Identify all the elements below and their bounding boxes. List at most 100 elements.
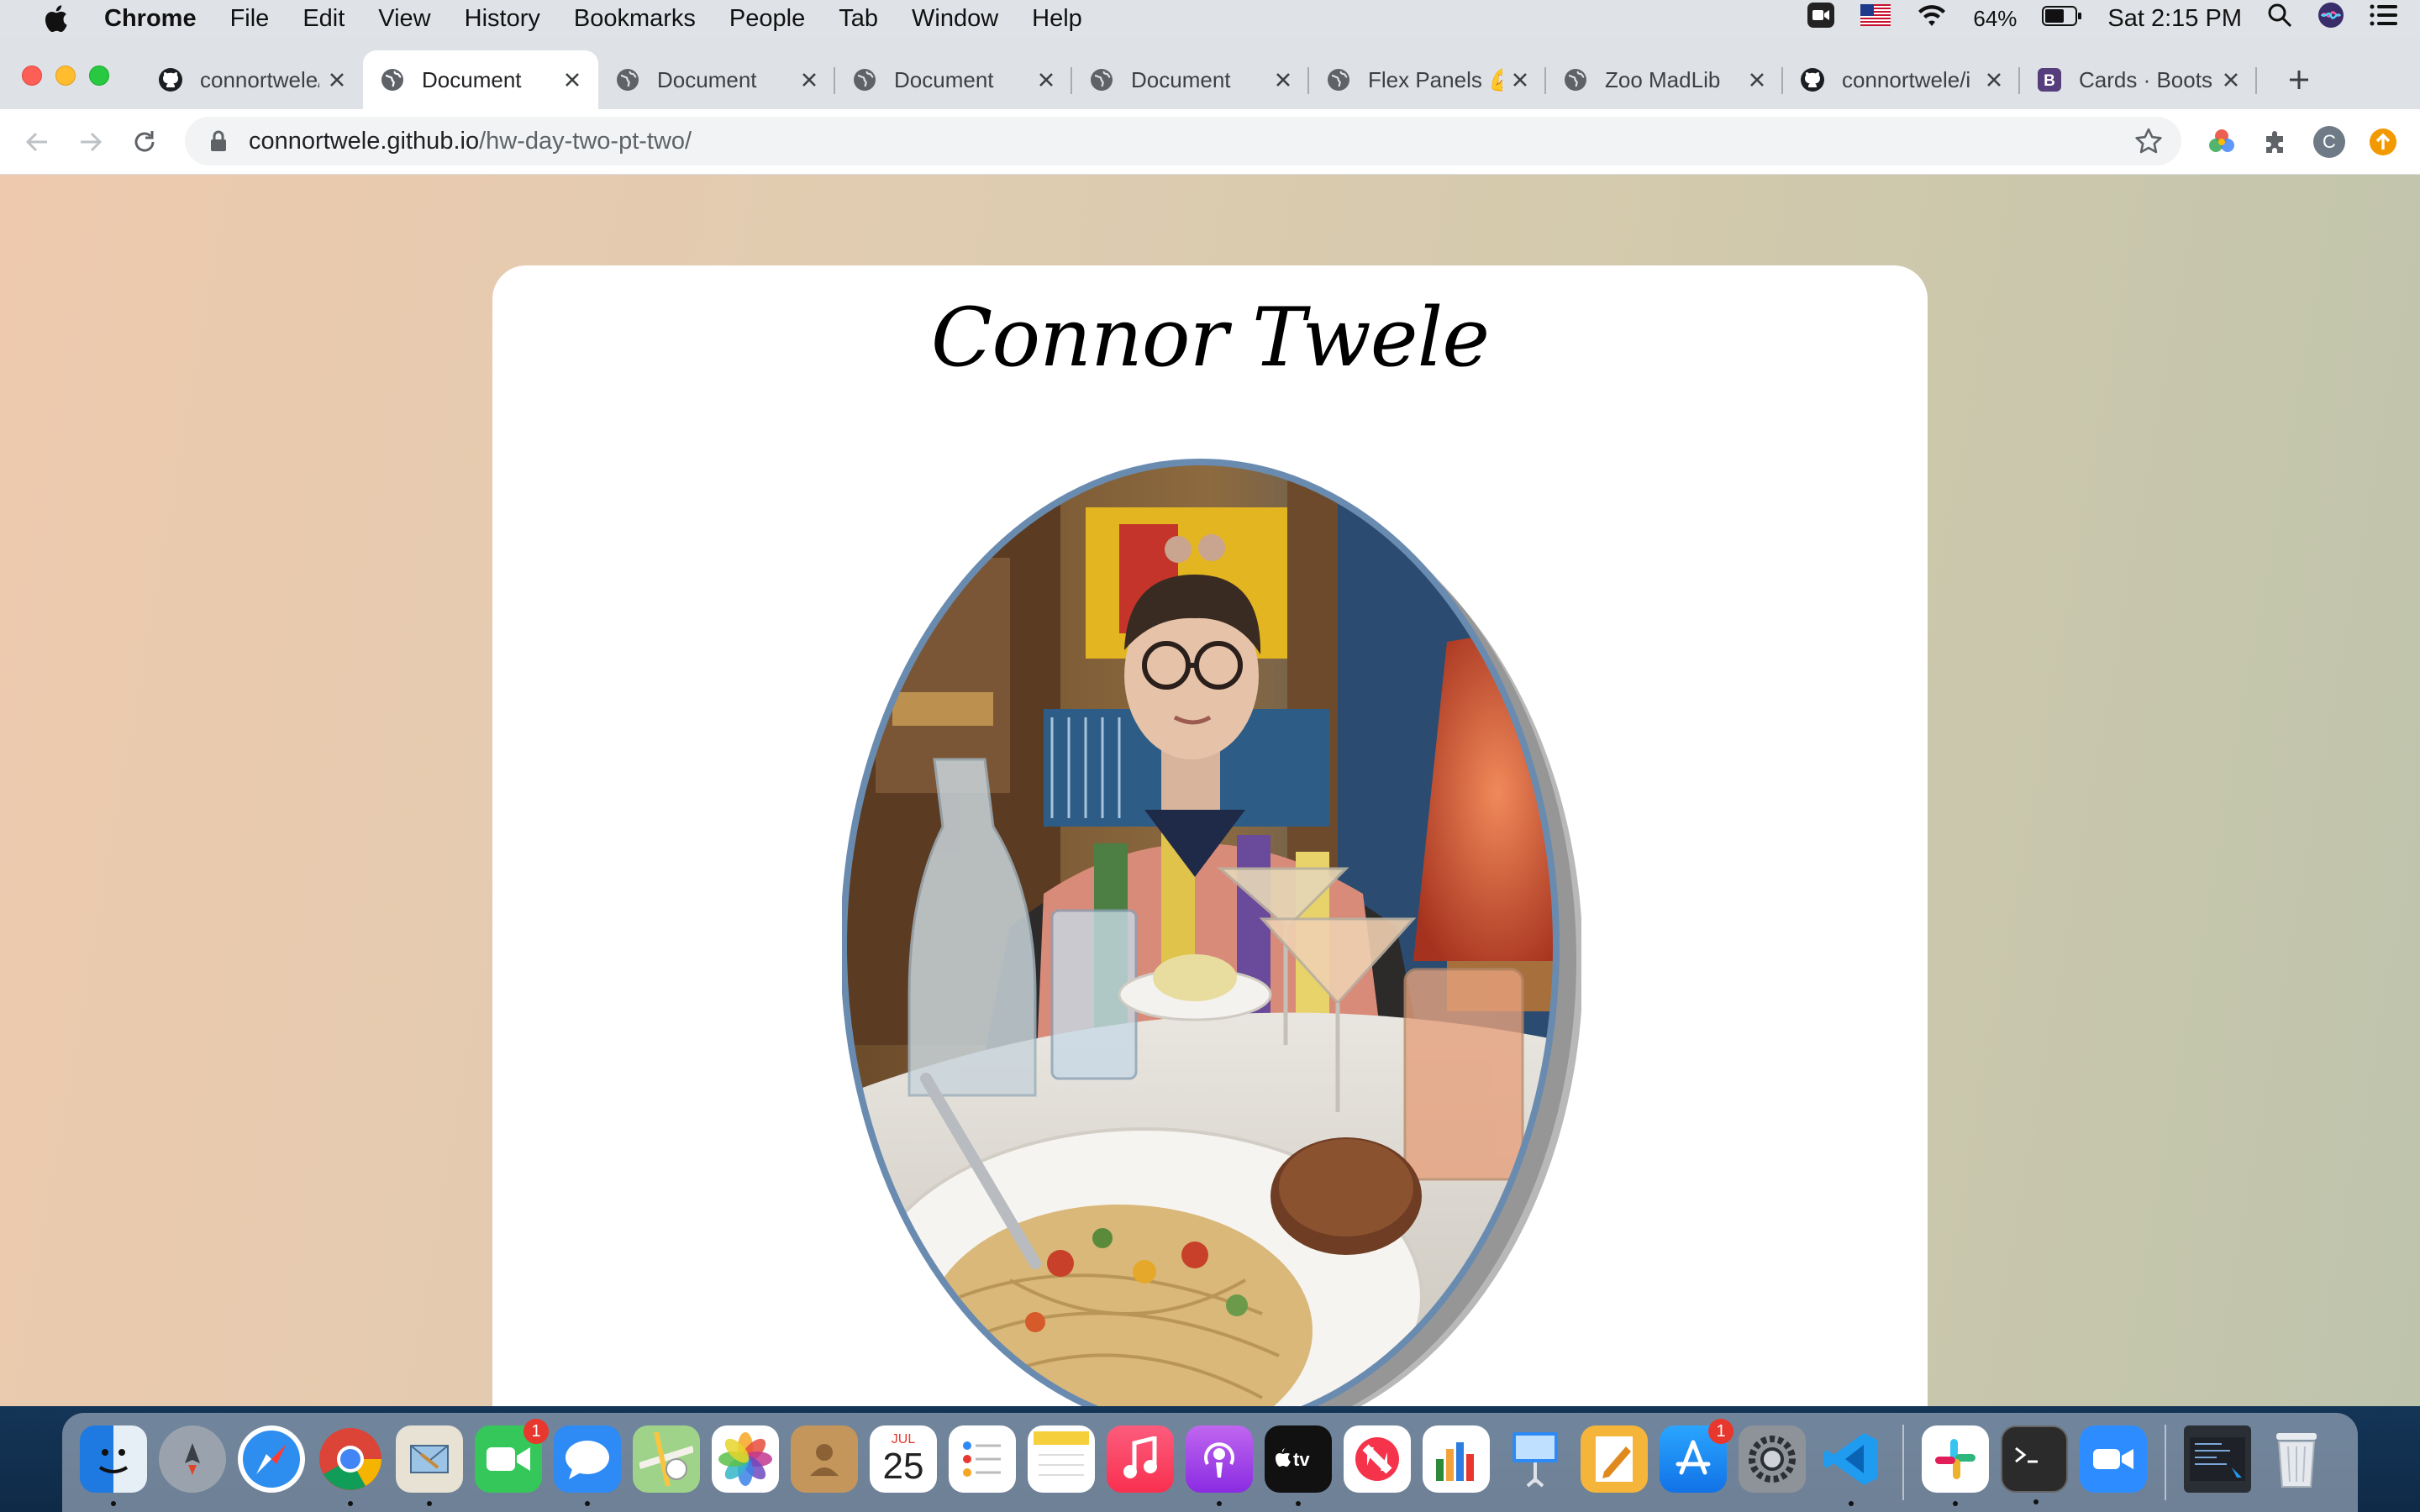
pages-icon[interactable] — [1581, 1425, 1648, 1493]
tab-title: Document — [1131, 66, 1231, 92]
zoom-window-button[interactable] — [89, 66, 109, 86]
messages-icon[interactable] — [554, 1425, 621, 1506]
browser-window: connortwele/i Document Document Document… — [0, 37, 2420, 1406]
numbers-icon[interactable] — [1423, 1425, 1490, 1493]
mail-icon[interactable] — [396, 1425, 463, 1506]
launchpad-icon[interactable] — [159, 1425, 226, 1493]
finder-icon[interactable] — [80, 1425, 147, 1506]
profile-card: Connor Twele — [492, 265, 1928, 1406]
bookmark-star-icon[interactable] — [2134, 127, 2163, 162]
minimized-window-thumbnail[interactable] — [2184, 1425, 2251, 1493]
zoom-app-icon[interactable] — [2080, 1425, 2147, 1493]
podcasts-icon[interactable] — [1186, 1425, 1253, 1506]
close-tab-icon[interactable] — [561, 69, 583, 91]
tab-title: Flex Panels 💪 — [1368, 66, 1502, 92]
wifi-icon[interactable] — [1916, 3, 1948, 34]
news-icon[interactable] — [1344, 1425, 1411, 1493]
apple-tv-icon[interactable]: tv — [1265, 1425, 1332, 1506]
address-bar[interactable]: connortwele.github.io/hw-day-two-pt-two/ — [185, 117, 2181, 165]
tab-title: connortwele/i — [1842, 66, 1971, 92]
url-host: connortwele.github.io — [249, 127, 480, 155]
close-tab-icon[interactable] — [1983, 69, 2005, 91]
bootstrap-icon: B — [2037, 67, 2062, 92]
forward-button[interactable] — [74, 125, 108, 159]
menu-people[interactable]: People — [713, 5, 822, 33]
tab-title: Document — [657, 66, 757, 92]
browser-toolbar: connortwele.github.io/hw-day-two-pt-two/… — [0, 109, 2420, 175]
menu-history[interactable]: History — [448, 5, 557, 33]
svg-text:tv: tv — [1293, 1449, 1310, 1470]
reminders-icon[interactable] — [949, 1425, 1016, 1493]
tab-document-active[interactable]: Document — [363, 50, 598, 109]
tab-title: connortwele/i — [200, 66, 319, 92]
tab-title: Document — [894, 66, 994, 92]
notes-icon[interactable] — [1028, 1425, 1095, 1493]
zoom-status-icon[interactable] — [1807, 2, 1835, 35]
menu-window[interactable]: Window — [895, 5, 1015, 33]
tab-document-4[interactable]: Document — [1072, 50, 1309, 109]
tab-zoo-madlib[interactable]: Zoo MadLib — [1546, 50, 1783, 109]
close-window-button[interactable] — [22, 66, 42, 86]
contacts-icon[interactable] — [791, 1425, 858, 1493]
menu-bar: Chrome File Edit View History Bookmarks … — [0, 0, 2420, 37]
slack-icon[interactable] — [1922, 1425, 1989, 1506]
maps-icon[interactable] — [633, 1425, 700, 1493]
menu-edit[interactable]: Edit — [286, 5, 361, 33]
keynote-icon[interactable] — [1502, 1425, 1569, 1493]
spotlight-search-icon[interactable] — [2267, 3, 2292, 34]
clock[interactable]: Sat 2:15 PM — [2107, 5, 2242, 33]
trash-icon[interactable] — [2263, 1425, 2330, 1493]
tab-document-2[interactable]: Document — [598, 50, 835, 109]
us-flag-icon[interactable] — [1860, 4, 1891, 33]
menu-help[interactable]: Help — [1015, 5, 1099, 33]
lock-icon[interactable] — [210, 130, 235, 152]
battery-icon[interactable] — [2042, 5, 2082, 33]
back-button[interactable] — [20, 125, 54, 159]
menu-view[interactable]: View — [361, 5, 447, 33]
tab-bootstrap-cards[interactable]: B Cards · Boots — [2020, 50, 2257, 109]
menu-bookmarks[interactable]: Bookmarks — [557, 5, 713, 33]
profile-avatar[interactable]: C — [2312, 125, 2346, 159]
reload-button[interactable] — [128, 125, 161, 159]
app-store-icon[interactable]: 1 — [1660, 1419, 1733, 1493]
tab-github-1[interactable]: connortwele/i — [141, 50, 363, 109]
close-tab-icon[interactable] — [1746, 69, 1768, 91]
menu-tab[interactable]: Tab — [822, 5, 895, 33]
globe-icon — [852, 67, 877, 92]
tab-flex-panels[interactable]: Flex Panels 💪 — [1309, 50, 1546, 109]
page-viewport: Connor Twele — [0, 175, 2420, 1406]
close-tab-icon[interactable] — [1035, 69, 1057, 91]
page-title: Connor Twele — [930, 291, 1490, 385]
close-tab-icon[interactable] — [2220, 69, 2242, 91]
apple-menu-icon[interactable] — [32, 0, 79, 37]
globe-icon — [1563, 67, 1588, 92]
close-tab-icon[interactable] — [1272, 69, 1294, 91]
profile-initial: C — [2323, 131, 2336, 152]
vscode-icon[interactable] — [1818, 1425, 1885, 1506]
tab-title: Cards · Boots — [2079, 66, 2212, 92]
close-tab-icon[interactable] — [1509, 69, 1531, 91]
control-list-icon[interactable] — [2370, 3, 2398, 34]
color-picker-extension-icon[interactable] — [2205, 125, 2238, 159]
menu-app-name[interactable]: Chrome — [79, 5, 213, 33]
system-preferences-icon[interactable] — [1739, 1425, 1806, 1493]
safari-icon[interactable] — [238, 1425, 305, 1493]
globe-icon — [615, 67, 640, 92]
photos-icon[interactable] — [712, 1425, 779, 1493]
minimize-window-button[interactable] — [55, 66, 76, 86]
extensions-puzzle-icon[interactable] — [2259, 125, 2292, 159]
siri-icon[interactable] — [2317, 2, 2344, 35]
tab-document-3[interactable]: Document — [835, 50, 1072, 109]
status-area: 64% Sat 2:15 PM — [1807, 0, 2398, 37]
calendar-icon[interactable]: JUL 25 — [870, 1425, 937, 1493]
facetime-icon[interactable]: 1 — [475, 1419, 549, 1493]
close-tab-icon[interactable] — [798, 69, 820, 91]
music-icon[interactable] — [1107, 1425, 1174, 1493]
menu-file[interactable]: File — [213, 5, 287, 33]
close-tab-icon[interactable] — [326, 69, 348, 91]
chrome-icon[interactable] — [317, 1425, 384, 1506]
new-tab-button[interactable] — [2274, 50, 2324, 109]
update-chrome-icon[interactable] — [2366, 125, 2400, 159]
tab-github-2[interactable]: connortwele/i — [1783, 50, 2020, 109]
terminal-icon[interactable] — [2001, 1425, 2068, 1504]
